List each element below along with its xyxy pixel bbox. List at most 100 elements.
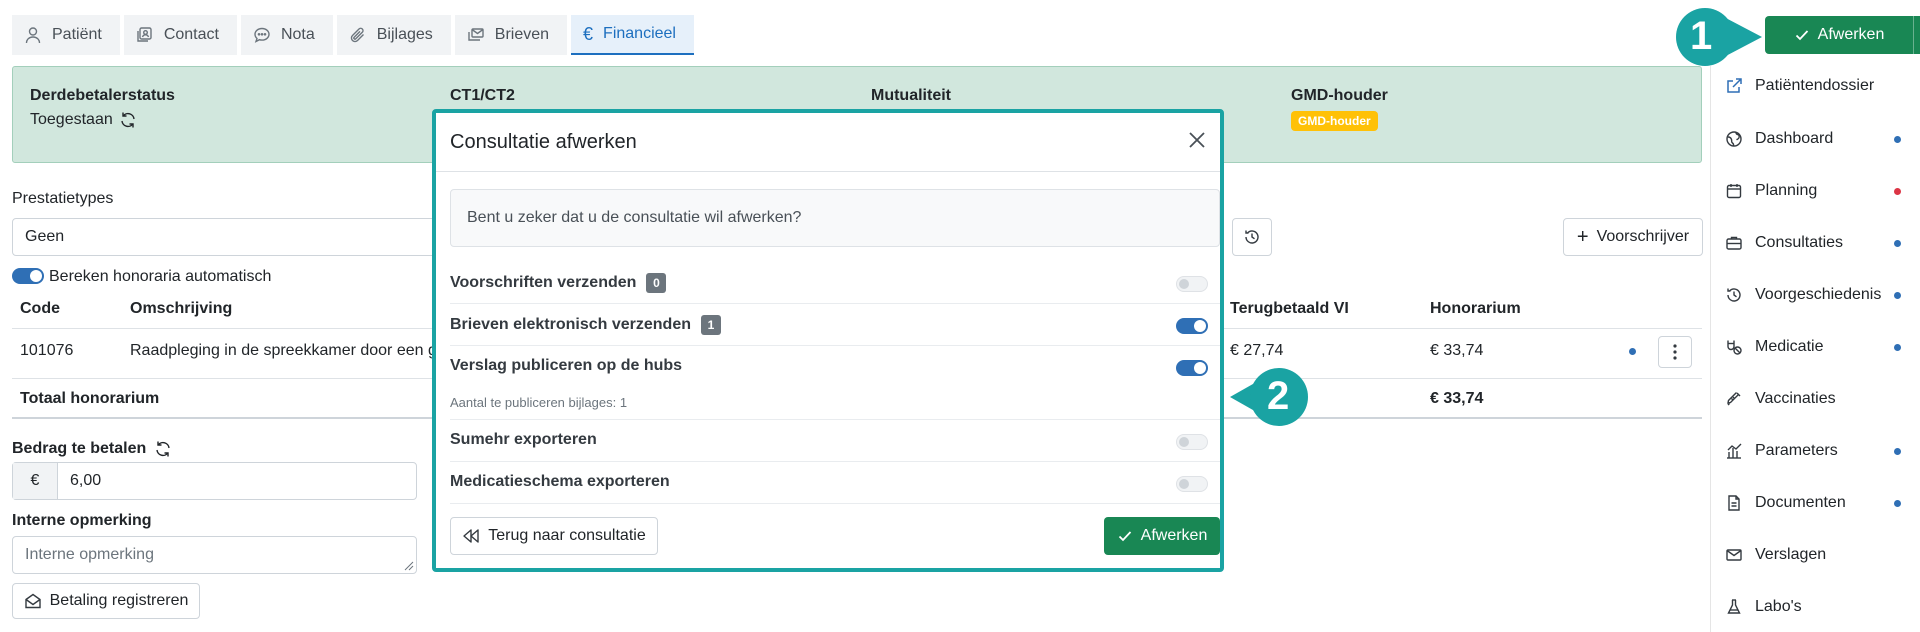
derdebetaler-label: Derdebetalerstatus [30, 87, 175, 104]
confirm-afwerken-button[interactable]: Afwerken [1104, 517, 1220, 555]
syringe-icon [1725, 390, 1743, 408]
brieven-toggle[interactable] [1176, 318, 1208, 334]
tab-financieel[interactable]: € Financieel [571, 15, 694, 55]
sidebar-item-vaccinaties[interactable]: Vaccinaties [1725, 384, 1915, 414]
check-icon [1117, 528, 1133, 544]
bedrag-input[interactable]: 6,00 [58, 463, 416, 499]
sidebar-item-consultaties[interactable]: Consultaties [1725, 228, 1915, 258]
history-button[interactable] [1232, 218, 1272, 256]
close-button[interactable] [1184, 127, 1210, 153]
opmerking-input[interactable]: Interne opmerking [12, 536, 417, 574]
sidebar-item-label: Vaccinaties [1755, 390, 1836, 407]
euro-icon: € [583, 23, 594, 44]
external-link-icon [1725, 77, 1743, 95]
row-honorarium: € 33,74 [1430, 342, 1484, 359]
ct-status: CT1/CT2 [450, 87, 515, 105]
sidebar-item-patientendossier[interactable]: Patiëntendossier [1725, 71, 1915, 101]
opmerking-placeholder: Interne opmerking [25, 546, 154, 563]
row-code: 101076 [20, 342, 74, 359]
sidebar-item-label: Verslagen [1755, 546, 1827, 563]
mutualiteit-label: Mutualiteit [871, 87, 951, 104]
sidebar-item-planning[interactable]: Planning [1725, 176, 1915, 206]
voorschriften-toggle[interactable] [1176, 276, 1208, 292]
divider [450, 419, 1220, 420]
row-terugbetaald: € 27,74 [1230, 342, 1284, 359]
bedrag-label-group: Bedrag te betalen [12, 440, 172, 458]
contact-card-icon [136, 26, 154, 44]
prestatietypes-value: Geen [25, 228, 65, 245]
status-dot [1894, 239, 1901, 247]
tab-label: Bijlages [376, 26, 433, 43]
medicatieschema-toggle[interactable] [1176, 476, 1208, 492]
tab-bijlages[interactable]: Bijlages [336, 15, 451, 55]
envelope-open-icon [24, 592, 42, 610]
afwerken-button[interactable]: Afwerken [1765, 16, 1913, 54]
sumehr-toggle[interactable] [1176, 434, 1208, 450]
gmd-status: GMD-houder GMD-houder [1291, 87, 1388, 131]
tab-label: Nota [280, 26, 315, 43]
chat-bubble-icon [253, 26, 271, 44]
gmd-badge: GMD-houder [1291, 111, 1378, 131]
mutualiteit-status: Mutualiteit [871, 87, 951, 105]
kebab-menu-icon [1673, 344, 1677, 360]
total-label: Totaal honorarium [20, 390, 160, 407]
ct-label: CT1/CT2 [450, 87, 515, 104]
column-header-code: Code [20, 300, 60, 317]
tab-nota[interactable]: Nota [240, 15, 333, 55]
marker-number: 2 [1267, 374, 1290, 418]
column-header-omschrijving: Omschrijving [130, 300, 233, 317]
tab-contact[interactable]: Contact [123, 15, 237, 55]
resize-handle-icon[interactable] [402, 559, 414, 571]
derdebetaler-status: Derdebetalerstatus Toegestaan [30, 87, 175, 129]
tab-brieven[interactable]: Brieven [454, 15, 568, 55]
option-sumehr: Sumehr exporteren [450, 431, 597, 449]
sidebar-item-label: Documenten [1755, 494, 1846, 511]
sidebar-item-parameters[interactable]: Parameters [1725, 436, 1915, 466]
count-badge: 1 [700, 315, 721, 335]
option-label: Medicatieschema exporteren [450, 473, 670, 490]
sidebar-item-label: Consultaties [1755, 234, 1844, 251]
envelope-icon [1725, 546, 1743, 564]
option-brieven: Brieven elektronisch verzenden 1 [450, 315, 721, 335]
bereken-honoraria-toggle[interactable] [12, 268, 44, 284]
sidebar: Patiëntendossier Dashboard Planning Cons… [1710, 66, 1920, 632]
tab-label: Financieel [603, 25, 676, 42]
verslag-toggle[interactable] [1176, 360, 1208, 376]
divider [450, 303, 1220, 304]
sidebar-item-labos[interactable]: Labo's [1725, 592, 1915, 622]
document-icon [1725, 494, 1743, 512]
refresh-icon[interactable] [119, 111, 137, 129]
afwerken-dropdown-toggle[interactable] [1913, 16, 1920, 54]
refresh-icon[interactable] [154, 440, 172, 458]
back-label: Terug naar consultatie [488, 527, 646, 544]
close-icon [1188, 131, 1206, 149]
terug-naar-consultatie-button[interactable]: Terug naar consultatie [450, 517, 658, 555]
modal-header-divider [436, 171, 1220, 172]
sidebar-item-voorgeschiedenis[interactable]: Voorgeschiedenis [1725, 280, 1915, 310]
sidebar-item-label: Voorgeschiedenis [1755, 286, 1882, 303]
column-header-honorarium: Honorarium [1430, 300, 1521, 317]
bedrag-label: Bedrag te betalen [12, 440, 147, 457]
marker-number: 1 [1690, 14, 1713, 58]
option-label: Voorschriften verzenden [450, 274, 637, 291]
tab-patient[interactable]: Patiënt [12, 15, 120, 55]
sidebar-item-verslagen[interactable]: Verslagen [1725, 540, 1915, 570]
row-menu-button[interactable] [1658, 336, 1692, 368]
afwerken-split-button[interactable]: Afwerken [1765, 16, 1920, 54]
add-voorschrijver-button[interactable]: + Voorschrijver [1563, 218, 1703, 256]
sidebar-item-medicatie[interactable]: Medicatie [1725, 332, 1915, 362]
sidebar-item-documenten[interactable]: Documenten [1725, 488, 1915, 518]
count-badge: 0 [646, 273, 667, 293]
prestatietypes-select[interactable]: Geen [12, 218, 442, 256]
sidebar-item-label: Planning [1755, 182, 1818, 199]
tab-label: Patiënt [52, 26, 102, 43]
betaling-registreren-button[interactable]: Betaling registreren [12, 583, 200, 619]
tab-label: Contact [163, 26, 219, 43]
divider [450, 461, 1220, 462]
paperclip-icon [349, 26, 367, 44]
status-dot [1894, 343, 1901, 351]
afwerken-label: Afwerken [1817, 26, 1885, 43]
derdebetaler-value: Toegestaan [30, 111, 113, 128]
sidebar-item-dashboard[interactable]: Dashboard [1725, 124, 1915, 154]
divider [450, 503, 1220, 504]
